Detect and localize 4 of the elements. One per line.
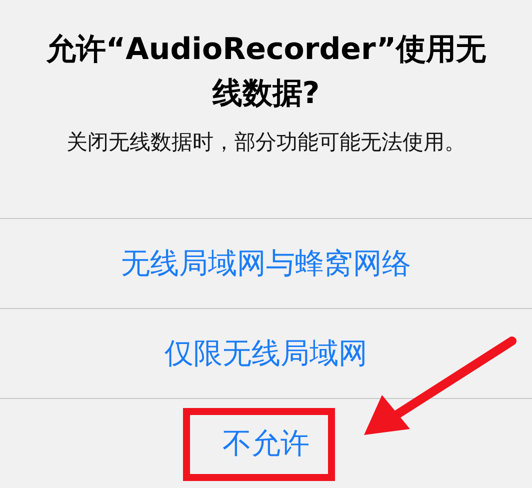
alert-option-button[interactable]: 仅限无线局域网 <box>0 308 532 398</box>
alert-title: 允许“AudioRecorder”使用无线数据? <box>44 31 488 113</box>
alert-message: 关闭无线数据时，部分功能可能无法使用。 <box>66 129 466 156</box>
alert-option-button[interactable]: 无线局域网与蜂窝网络 <box>0 218 532 308</box>
